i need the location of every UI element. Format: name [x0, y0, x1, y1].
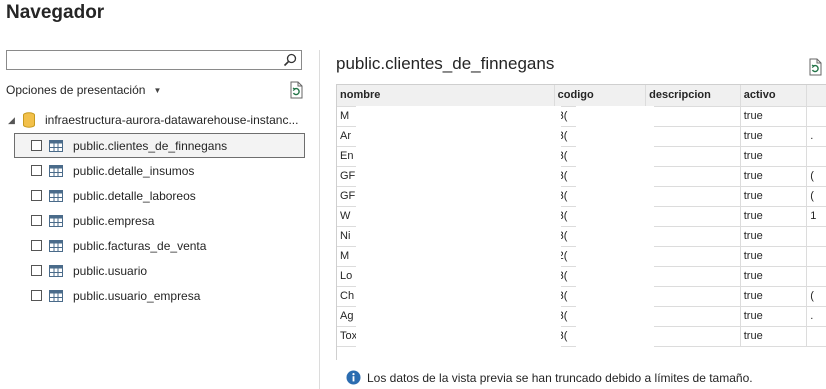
- window-title: Navegador: [6, 2, 105, 23]
- table-tree: public.clientes_de_finnegans public.deta…: [14, 133, 305, 308]
- expander-icon[interactable]: ◢: [8, 115, 22, 126]
- search-input[interactable]: [6, 50, 302, 70]
- table-icon: [49, 164, 63, 177]
- table-cell[interactable]: [645, 246, 741, 267]
- tree-item-label: public.detalle_laboreos: [73, 188, 196, 203]
- pane-divider[interactable]: [319, 50, 320, 389]
- table-cell[interactable]: [645, 106, 741, 127]
- tree-item-facturas-de-venta[interactable]: public.facturas_de_venta: [14, 233, 305, 258]
- database-icon: [23, 112, 35, 128]
- table-cell[interactable]: true: [740, 226, 808, 247]
- checkbox[interactable]: [31, 240, 42, 251]
- column-header-nombre[interactable]: nombre: [337, 85, 555, 107]
- table-cell[interactable]: [645, 186, 741, 207]
- truncation-notice: Los datos de la vista previa se han trun…: [346, 370, 753, 385]
- table-icon: [49, 214, 63, 227]
- tree-item-empresa[interactable]: public.empresa: [14, 208, 305, 233]
- table-cell[interactable]: [806, 266, 826, 287]
- table-cell[interactable]: [806, 106, 826, 127]
- info-icon: [346, 370, 361, 385]
- table-cell[interactable]: [645, 226, 741, 247]
- table-icon: [49, 289, 63, 302]
- tree-item-label: public.facturas_de_venta: [73, 238, 207, 253]
- table-cell[interactable]: true: [740, 286, 808, 307]
- table-icon: [49, 264, 63, 277]
- checkbox[interactable]: [31, 140, 42, 151]
- tree-root-label: infraestructura-aurora-datawarehouse-ins…: [45, 113, 299, 127]
- table-cell[interactable]: [645, 306, 741, 327]
- column-header-activo[interactable]: activo: [740, 85, 808, 107]
- table-cell[interactable]: true: [740, 246, 808, 267]
- table-icon: [49, 189, 63, 202]
- refresh-icon[interactable]: [287, 81, 305, 99]
- table-cell[interactable]: true: [740, 146, 808, 167]
- tree-item-usuario[interactable]: public.usuario: [14, 258, 305, 283]
- search-icon[interactable]: [282, 52, 298, 68]
- table-cell[interactable]: [645, 146, 741, 167]
- table-icon: [49, 139, 63, 152]
- table-cell[interactable]: [645, 326, 741, 347]
- table-cell[interactable]: true: [740, 306, 808, 327]
- table-cell[interactable]: true: [740, 326, 808, 347]
- table-cell[interactable]: .: [806, 126, 826, 147]
- table-cell[interactable]: (: [806, 286, 826, 307]
- table-cell[interactable]: .: [806, 306, 826, 327]
- tree-item-label: public.detalle_insumos: [73, 163, 195, 178]
- tree-item-label: public.usuario: [73, 263, 148, 278]
- tree-item-label: public.usuario_empresa: [73, 288, 201, 303]
- table-cell[interactable]: true: [740, 206, 808, 227]
- table-cell[interactable]: [806, 246, 826, 267]
- table-header-row: nombre codigo descripcion activo: [337, 85, 826, 107]
- column-header-codigo[interactable]: codigo: [554, 85, 647, 107]
- table-cell[interactable]: true: [740, 106, 808, 127]
- preview-title: public.clientes_de_finnegans: [336, 54, 555, 73]
- table-cell[interactable]: [806, 226, 826, 247]
- table-cell[interactable]: [645, 206, 741, 227]
- redaction-block: [576, 106, 654, 358]
- tree-item-label: public.clientes_de_finnegans: [73, 138, 228, 153]
- table-icon: [49, 239, 63, 252]
- checkbox[interactable]: [31, 190, 42, 201]
- tree-item-detalle-laboreos[interactable]: public.detalle_laboreos: [14, 183, 305, 208]
- column-header-descripcion[interactable]: descripcion: [645, 85, 741, 107]
- table-cell[interactable]: true: [740, 186, 808, 207]
- table-cell[interactable]: true: [740, 266, 808, 287]
- table-cell[interactable]: [645, 266, 741, 287]
- checkbox[interactable]: [31, 265, 42, 276]
- table-cell[interactable]: [806, 146, 826, 167]
- tree-item-detalle-insumos[interactable]: public.detalle_insumos: [14, 158, 305, 183]
- tree-item-label: public.empresa: [73, 213, 155, 228]
- chevron-down-icon: ▼: [153, 85, 162, 95]
- tree-item-clientes-de-finnegans[interactable]: public.clientes_de_finnegans: [14, 133, 305, 158]
- checkbox[interactable]: [31, 215, 42, 226]
- display-options-label: Opciones de presentación: [6, 83, 146, 97]
- table-cell[interactable]: [645, 166, 741, 187]
- checkbox[interactable]: [31, 290, 42, 301]
- table-cell[interactable]: [645, 126, 741, 147]
- display-options-dropdown[interactable]: Opciones de presentación ▼: [6, 83, 161, 97]
- table-cell[interactable]: (: [806, 166, 826, 187]
- truncation-notice-text: Los datos de la vista previa se han trun…: [367, 370, 753, 385]
- tree-item-usuario-empresa[interactable]: public.usuario_empresa: [14, 283, 305, 308]
- table-cell[interactable]: true: [740, 166, 808, 187]
- tree-root-database[interactable]: ◢ infraestructura-aurora-datawarehouse-i…: [8, 111, 298, 129]
- table-cell[interactable]: true: [740, 126, 808, 147]
- redaction-block: [356, 106, 561, 358]
- refresh-icon[interactable]: [806, 58, 824, 76]
- table-cell[interactable]: 1: [806, 206, 826, 227]
- checkbox[interactable]: [31, 165, 42, 176]
- table-cell[interactable]: (: [806, 186, 826, 207]
- table-cell[interactable]: [645, 286, 741, 307]
- column-header-truncated[interactable]: [806, 85, 826, 107]
- table-cell[interactable]: [806, 326, 826, 347]
